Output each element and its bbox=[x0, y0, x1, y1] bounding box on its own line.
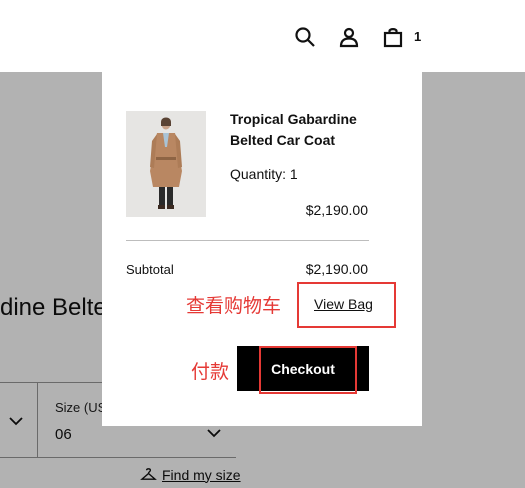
product-quantity: Quantity: 1 bbox=[230, 166, 298, 182]
checkout-highlight-box bbox=[259, 346, 357, 394]
subtotal-value: $2,190.00 bbox=[305, 261, 368, 277]
bag-count-badge: 1 bbox=[414, 29, 422, 44]
product-name[interactable]: Tropical Gabardine Belted Car Coat bbox=[230, 109, 370, 151]
site-header: 1 bbox=[0, 0, 525, 72]
view-bag-annotation: 查看购物车 bbox=[186, 295, 282, 317]
divider bbox=[126, 240, 369, 241]
product-image[interactable] bbox=[126, 111, 206, 217]
subtotal-label: Subtotal bbox=[126, 262, 174, 277]
checkout-annotation: 付款 bbox=[191, 361, 230, 383]
shopping-bag-icon[interactable] bbox=[381, 25, 405, 49]
view-bag-highlight-box bbox=[297, 282, 396, 328]
product-price: $2,190.00 bbox=[305, 202, 368, 218]
account-icon[interactable] bbox=[337, 25, 361, 49]
search-icon[interactable] bbox=[293, 25, 317, 49]
